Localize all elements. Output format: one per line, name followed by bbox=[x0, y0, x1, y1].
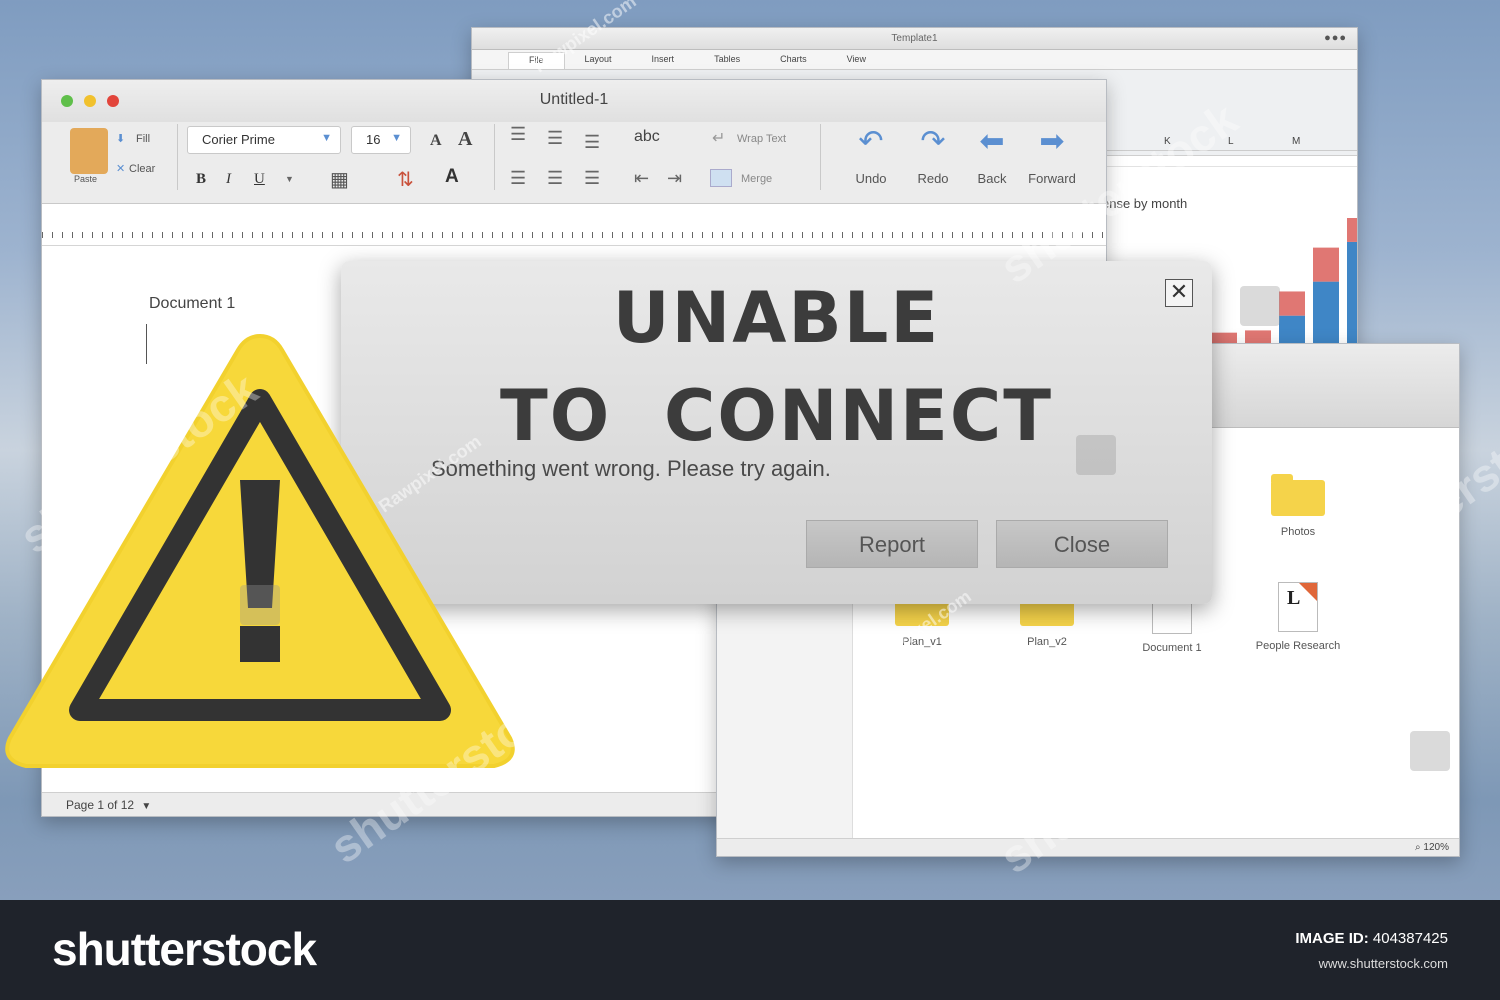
chart-bar-red bbox=[1313, 247, 1339, 282]
highlight-icon[interactable]: ⇅ bbox=[397, 167, 414, 192]
clear-icon: ✕ bbox=[116, 163, 126, 175]
bold-button[interactable]: B bbox=[196, 171, 206, 188]
chart-bar-red bbox=[1279, 291, 1305, 316]
item-label: People Research bbox=[1255, 640, 1341, 652]
folder-icon bbox=[1271, 474, 1325, 516]
close-icon[interactable]: ✕ bbox=[1165, 279, 1193, 307]
window-controls[interactable]: ●●● bbox=[1324, 32, 1347, 44]
watermark-icon bbox=[1076, 435, 1116, 475]
file-browser-status-bar: ⌕ 120% bbox=[717, 838, 1459, 856]
clear-button[interactable]: Clear bbox=[129, 163, 155, 175]
text-orientation-button[interactable]: abc bbox=[634, 128, 660, 146]
clipboard-icon[interactable] bbox=[70, 128, 108, 174]
warning-icon bbox=[5, 333, 515, 768]
footer-url[interactable]: www.shutterstock.com bbox=[1319, 956, 1448, 971]
watermark-icon bbox=[1240, 286, 1280, 326]
borders-icon[interactable]: ▦ bbox=[330, 167, 349, 192]
image-id-label: IMAGE ID: bbox=[1295, 930, 1369, 947]
document-title: Untitled-1 bbox=[539, 91, 609, 108]
formatting-toolbar: Paste ⬇ Fill ✕ Clear Corier Prime ▼ 16 ▼… bbox=[42, 122, 1106, 204]
font-family-value: Corier Prime bbox=[202, 132, 275, 147]
indent-icon[interactable]: ⇤ bbox=[634, 168, 649, 189]
tab-charts[interactable]: Charts bbox=[760, 50, 827, 69]
align-bottom-icon[interactable]: ☰ bbox=[584, 132, 600, 153]
chart-bar-blue bbox=[1279, 315, 1305, 344]
stock-footer: shutterstock IMAGE ID: 404387425 www.shu… bbox=[0, 900, 1500, 1000]
fill-icon: ⬇ bbox=[116, 133, 126, 145]
page-count[interactable]: Page 1 of 12 bbox=[66, 798, 134, 812]
italic-button[interactable]: I bbox=[226, 171, 231, 188]
font-size-value: 16 bbox=[366, 132, 381, 147]
undo-label[interactable]: Undo bbox=[841, 171, 901, 186]
item-label: Photos bbox=[1280, 526, 1316, 538]
forward-arrow-icon[interactable]: ➡ bbox=[1022, 124, 1082, 159]
wrap-text-button[interactable]: Wrap Text bbox=[737, 133, 786, 145]
chevron-down-icon[interactable]: ▼ bbox=[285, 174, 294, 184]
font-color-icon[interactable]: A bbox=[445, 166, 459, 188]
item-label: Document 1 bbox=[1142, 642, 1202, 654]
document-icon: L bbox=[1278, 582, 1318, 632]
undo-icon[interactable]: ↶ bbox=[841, 124, 901, 159]
wrap-text-icon: ↵ bbox=[712, 130, 726, 147]
folder-item-photos[interactable]: Photos bbox=[1243, 474, 1353, 538]
back-arrow-icon[interactable]: ⬅ bbox=[962, 124, 1022, 159]
paste-label: Paste bbox=[74, 174, 98, 184]
increase-font-icon[interactable]: A bbox=[430, 132, 442, 150]
align-right-icon[interactable]: ☰ bbox=[584, 168, 600, 189]
spreadsheet-title: Template1 bbox=[891, 33, 938, 44]
fill-button[interactable]: Fill bbox=[136, 133, 150, 145]
report-button[interactable]: Report bbox=[806, 520, 978, 568]
chart-bar-red bbox=[1347, 218, 1357, 242]
shutterstock-logo: shutterstock bbox=[52, 923, 317, 975]
redo-icon[interactable]: ↷ bbox=[903, 124, 963, 159]
chart-bar-blue bbox=[1313, 281, 1339, 344]
ribbon-tabs: File Layout Insert Tables Charts View bbox=[472, 50, 1357, 70]
merge-icon bbox=[710, 169, 732, 187]
align-center-icon[interactable]: ☰ bbox=[547, 168, 563, 189]
chevron-down-icon[interactable]: ▼ bbox=[141, 801, 151, 812]
zoom-level: 120% bbox=[1423, 842, 1449, 853]
align-left-icon[interactable]: ☰ bbox=[510, 168, 526, 189]
bar-chart bbox=[1211, 218, 1357, 344]
image-id: IMAGE ID: 404387425 bbox=[1295, 930, 1448, 947]
forward-label[interactable]: Forward bbox=[1022, 171, 1082, 186]
decrease-font-icon[interactable]: A bbox=[458, 128, 472, 151]
file-item-people-research[interactable]: L People Research bbox=[1243, 582, 1353, 652]
back-label[interactable]: Back bbox=[962, 171, 1022, 186]
chevron-down-icon: ▼ bbox=[391, 132, 402, 144]
align-top-icon[interactable]: ☰ bbox=[510, 124, 526, 145]
merge-button[interactable]: Merge bbox=[741, 173, 772, 185]
watermark-icon bbox=[240, 585, 280, 625]
font-size-select[interactable]: 16 ▼ bbox=[351, 126, 411, 154]
redo-label[interactable]: Redo bbox=[903, 171, 963, 186]
close-button[interactable]: Close bbox=[996, 520, 1168, 568]
magnifier-icon[interactable]: ⌕ 120% bbox=[1415, 842, 1449, 853]
word-titlebar: Untitled-1 bbox=[42, 80, 1106, 122]
chart-bar-red bbox=[1245, 330, 1271, 344]
font-family-select[interactable]: Corier Prime ▼ bbox=[187, 126, 341, 154]
tab-view[interactable]: View bbox=[827, 50, 886, 69]
ruler[interactable] bbox=[42, 228, 1106, 246]
tab-insert[interactable]: Insert bbox=[632, 50, 695, 69]
image-id-value: 404387425 bbox=[1372, 930, 1448, 947]
outdent-icon[interactable]: ⇥ bbox=[667, 168, 682, 189]
chart-bar-blue bbox=[1347, 241, 1357, 344]
column-header-m[interactable]: M bbox=[1292, 136, 1300, 147]
align-middle-icon[interactable]: ☰ bbox=[547, 128, 563, 149]
underline-button[interactable]: U bbox=[254, 171, 265, 188]
tab-tables[interactable]: Tables bbox=[694, 50, 760, 69]
item-label: Plan_v2 bbox=[1027, 636, 1067, 648]
watermark-icon bbox=[1410, 731, 1450, 771]
chevron-down-icon: ▼ bbox=[321, 132, 332, 144]
